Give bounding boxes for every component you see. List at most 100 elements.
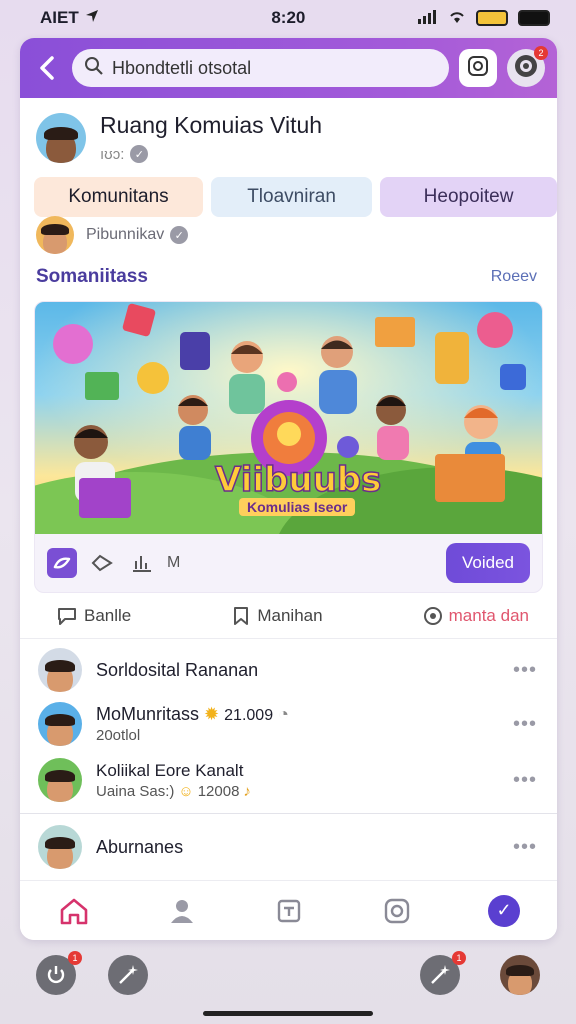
- reactions-bar: Banlle Manihan manta dan: [20, 593, 557, 639]
- app-header: 2: [20, 38, 557, 98]
- list-item-title: Sorldosital Rananan: [96, 659, 259, 680]
- poster-name[interactable]: Pibunnikav ✓: [86, 226, 189, 244]
- banner-title: Viibuubs: [214, 459, 382, 501]
- battery-icon: [475, 10, 508, 26]
- search-bar[interactable]: [72, 49, 449, 87]
- comment-icon: [58, 607, 76, 625]
- banner-subtitle: Komulias Iseor: [239, 498, 356, 516]
- verified-label: Voided: [462, 553, 514, 572]
- reels-button[interactable]: [47, 548, 77, 578]
- share-button[interactable]: manta dan: [423, 606, 529, 626]
- location-arrow-icon: [85, 8, 99, 28]
- more-options-icon[interactable]: •••: [513, 769, 537, 792]
- search-icon: [84, 56, 104, 81]
- tab-bar: Komunitans Tloavniran Heopoitew: [20, 171, 557, 217]
- tab-komunitans[interactable]: Komunitans: [34, 177, 203, 217]
- home-indicator[interactable]: [203, 1011, 373, 1016]
- clock-icon: ◔: [278, 704, 289, 724]
- system-dock: 1 1: [0, 950, 576, 1000]
- list-item-title: MoMunritass ✹ 21.009 ◔: [96, 704, 499, 725]
- verified-button[interactable]: Voided: [446, 543, 530, 583]
- diamond-button[interactable]: [87, 548, 117, 578]
- section-title: Somaniitass: [36, 266, 148, 287]
- post-counter-label: M: [167, 554, 181, 571]
- camera-icon: [385, 898, 410, 923]
- poster-row: Pibunnikav ✓: [20, 216, 557, 254]
- power-button[interactable]: 1: [36, 951, 82, 995]
- comment-button[interactable]: Banlle: [56, 606, 131, 626]
- checkmark-icon: ✓: [496, 900, 512, 920]
- music-note-icon: ♪: [243, 782, 251, 800]
- bookmark-button[interactable]: Manihan: [231, 605, 323, 626]
- more-options-icon[interactable]: •••: [513, 659, 537, 682]
- nav-tasks[interactable]: ✓: [488, 894, 521, 927]
- list-item[interactable]: MoMunritass ✹ 21.009 ◔ 20otlol •••: [20, 697, 557, 751]
- status-bar: AIET 8:20: [0, 0, 576, 36]
- nav-home[interactable]: [57, 894, 91, 928]
- more-options-icon[interactable]: •••: [513, 836, 537, 859]
- back-button[interactable]: [32, 53, 62, 83]
- magic-button[interactable]: [108, 955, 148, 995]
- magic-wand-icon: [119, 965, 138, 984]
- community-subtitle-text: ıʊɔ:: [100, 145, 125, 163]
- community-avatar[interactable]: [36, 112, 86, 163]
- message-icon: [278, 899, 301, 922]
- activity-button[interactable]: 1: [420, 951, 466, 995]
- list-item-title: Aburnanes: [96, 836, 184, 857]
- community-header: Ruang Komuias Vituh ıʊɔ: ✓: [20, 98, 557, 171]
- bookmark-label: Manihan: [257, 605, 323, 625]
- swap-icon: [53, 557, 71, 569]
- list-avatar-4: [38, 825, 82, 869]
- power-icon: [47, 966, 65, 984]
- search-input[interactable]: [112, 57, 437, 79]
- community-subtitle: ıʊɔ: ✓: [100, 145, 322, 163]
- list-item[interactable]: Koliikal Eore Kanalt Uaina Sas:) ☺ 12008…: [20, 753, 557, 807]
- signal-icon: [417, 9, 438, 27]
- list-item-count: 21.009: [224, 707, 274, 724]
- list-item-sub-text: Uaina Sas:): [96, 782, 175, 800]
- featured-post: Viibuubs Komulias Iseor M Voided: [34, 301, 543, 593]
- nav-camera[interactable]: [380, 894, 414, 928]
- post-actions-bar: M Voided: [35, 534, 542, 592]
- list-item-sub: Uaina Sas:) ☺ 12008 ♪: [96, 783, 499, 800]
- list-avatar-2: [38, 702, 82, 746]
- wifi-icon: [448, 10, 466, 27]
- verified-check-icon: ✓: [130, 145, 149, 163]
- tab-heopoitew[interactable]: Heopoitew: [380, 177, 557, 217]
- battery-full-icon: [517, 10, 550, 26]
- notifications-button[interactable]: 2: [507, 46, 548, 87]
- list-item-sub: 20otlol: [96, 727, 141, 744]
- tab-tloavniran[interactable]: Tloavniran: [211, 177, 373, 217]
- app-window: 2 Ruang Komuias Vituh ıʊɔ: ✓ Komunitans …: [20, 38, 557, 940]
- poster-avatar[interactable]: [36, 216, 74, 254]
- instagram-icon: [466, 54, 490, 83]
- home-icon: [60, 898, 88, 924]
- more-options-icon[interactable]: •••: [513, 713, 537, 736]
- stats-button[interactable]: [127, 548, 157, 578]
- poster-verified-icon: ✓: [170, 226, 189, 244]
- nav-profile[interactable]: [165, 894, 199, 928]
- list-avatar-1: [38, 648, 82, 692]
- list-item[interactable]: Aburnanes •••: [20, 820, 557, 874]
- camera-button[interactable]: [459, 49, 497, 87]
- list-divider: [20, 813, 557, 814]
- list-item-count: 12008: [197, 782, 240, 800]
- list-avatar-3: [38, 758, 82, 802]
- list-item[interactable]: Sorldosital Rananan •••: [20, 643, 557, 697]
- nav-messages[interactable]: [272, 894, 306, 928]
- bottom-nav: ✓: [20, 880, 557, 940]
- sun-emoji-icon: ✹: [204, 704, 220, 724]
- carrier-label: AIET: [40, 8, 79, 27]
- poster-name-text: Pibunnikav: [86, 226, 165, 243]
- sparkle-icon: [431, 965, 450, 984]
- list-item-title-text: MoMunritass: [96, 704, 200, 724]
- bookmark-icon: [234, 606, 249, 625]
- share-icon: [423, 606, 442, 625]
- post-banner-image[interactable]: Viibuubs Komulias Iseor: [35, 302, 542, 534]
- section-see-all-link[interactable]: Roeev: [491, 268, 537, 286]
- profile-avatar[interactable]: [500, 955, 540, 995]
- diamond-icon: [91, 554, 113, 572]
- share-label: manta dan: [448, 605, 529, 625]
- community-title: Ruang Komuias Vituh: [100, 112, 323, 138]
- smile-emoji-icon: ☺: [178, 782, 194, 800]
